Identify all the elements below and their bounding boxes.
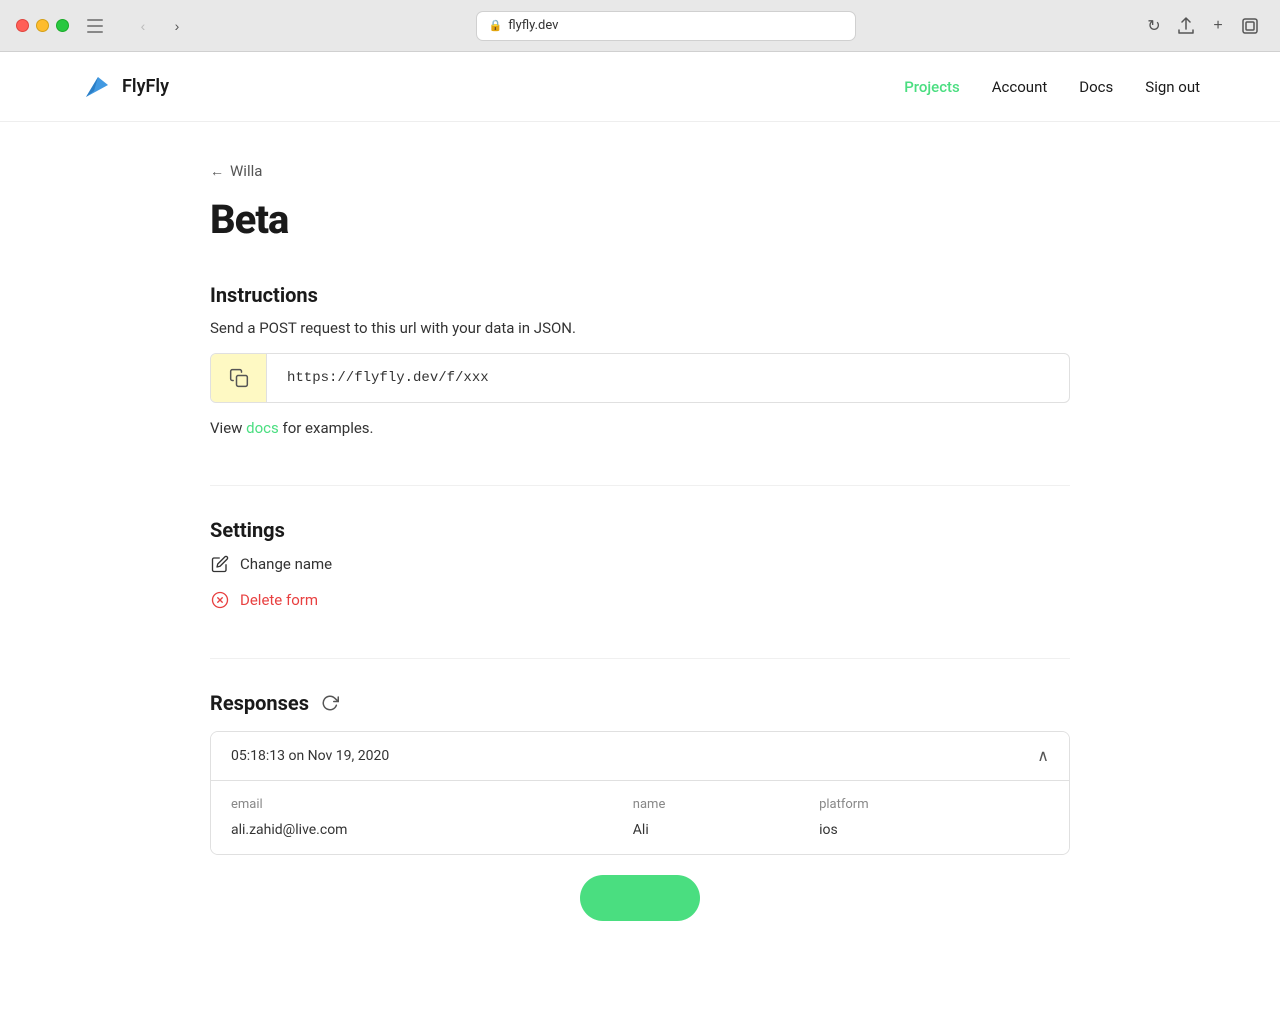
logo-icon xyxy=(80,71,112,103)
close-button[interactable] xyxy=(16,19,29,32)
address-bar-container: 🔒 flyfly.dev xyxy=(203,11,1128,41)
response-timestamp: 05:18:13 on Nov 19, 2020 xyxy=(231,748,389,764)
cell-name: Ali xyxy=(633,818,819,838)
response-card-header[interactable]: 05:18:13 on Nov 19, 2020 ∧ xyxy=(211,732,1069,781)
bottom-action-button[interactable] xyxy=(580,875,700,921)
logo-area: FlyFly xyxy=(80,71,904,103)
back-button[interactable]: ‹ xyxy=(129,15,157,37)
responses-header: Responses xyxy=(210,691,1070,715)
view-docs-prefix: View xyxy=(210,419,246,437)
sidebar-toggle-button[interactable] xyxy=(81,15,109,37)
responses-title: Responses xyxy=(210,691,309,715)
new-tab-button[interactable]: + xyxy=(1204,15,1232,37)
col-header-email: email xyxy=(231,797,633,818)
page-title: Beta xyxy=(210,196,1070,243)
share-button[interactable] xyxy=(1172,15,1200,37)
edit-icon xyxy=(210,554,230,574)
table-row: ali.zahid@live.com Ali ios xyxy=(231,818,1049,838)
nav-links: Projects Account Docs Sign out xyxy=(904,78,1200,96)
page-wrapper: FlyFly Projects Account Docs Sign out ← … xyxy=(0,52,1280,1029)
address-bar[interactable]: 🔒 flyfly.dev xyxy=(476,11,856,41)
col-header-name: name xyxy=(633,797,819,818)
docs-link[interactable]: docs xyxy=(246,419,279,437)
delete-form-item[interactable]: Delete form xyxy=(210,590,1070,610)
response-table: email name platform ali.zahid@live.com A… xyxy=(231,797,1049,838)
logo-text: FlyFly xyxy=(122,76,169,97)
browser-controls: ‹ › xyxy=(129,15,191,37)
nav-projects[interactable]: Projects xyxy=(904,78,960,96)
nav-docs[interactable]: Docs xyxy=(1079,78,1113,96)
breadcrumb-parent: Willa xyxy=(230,162,262,180)
forward-button[interactable]: › xyxy=(163,15,191,37)
traffic-lights xyxy=(16,19,69,32)
nav-signout[interactable]: Sign out xyxy=(1145,78,1200,96)
reload-button[interactable]: ↻ xyxy=(1140,15,1168,37)
nav-account[interactable]: Account xyxy=(992,78,1048,96)
settings-title: Settings xyxy=(210,518,1070,542)
change-name-label: Change name xyxy=(240,555,332,573)
delete-form-label: Delete form xyxy=(240,591,318,609)
instructions-description: Send a POST request to this url with you… xyxy=(210,319,1070,337)
view-docs-text: View docs for examples. xyxy=(210,419,1070,437)
collapse-response-button[interactable]: ∧ xyxy=(1037,746,1049,766)
cell-platform: ios xyxy=(819,818,1049,838)
lock-icon: 🔒 xyxy=(489,19,503,32)
response-body: email name platform ali.zahid@live.com A… xyxy=(211,781,1069,854)
table-header-row: email name platform xyxy=(231,797,1049,818)
cell-email: ali.zahid@live.com xyxy=(231,818,633,838)
breadcrumb-arrow: ← xyxy=(210,163,224,180)
minimize-button[interactable] xyxy=(36,19,49,32)
delete-icon xyxy=(210,590,230,610)
url-value: https://flyfly.dev/f/xxx xyxy=(267,356,1069,400)
view-docs-suffix: for examples. xyxy=(279,419,374,437)
browser-chrome: ‹ › 🔒 flyfly.dev ↻ + xyxy=(0,0,1280,52)
tab-overview-button[interactable] xyxy=(1236,15,1264,37)
refresh-responses-button[interactable] xyxy=(321,694,339,712)
url-display: flyfly.dev xyxy=(508,18,558,33)
instructions-title: Instructions xyxy=(210,283,1070,307)
breadcrumb[interactable]: ← Willa xyxy=(210,162,1070,180)
main-content: ← Willa Beta Instructions Send a POST re… xyxy=(150,122,1130,1029)
instructions-section: Instructions Send a POST request to this… xyxy=(210,283,1070,437)
url-box: https://flyfly.dev/f/xxx xyxy=(210,353,1070,403)
maximize-button[interactable] xyxy=(56,19,69,32)
change-name-item[interactable]: Change name xyxy=(210,554,1070,574)
top-nav: FlyFly Projects Account Docs Sign out xyxy=(0,52,1280,122)
bottom-area xyxy=(210,855,1070,921)
response-card: 05:18:13 on Nov 19, 2020 ∧ email name pl… xyxy=(210,731,1070,855)
responses-section: Responses 05:18:13 on Nov 19, 2020 ∧ xyxy=(210,659,1070,921)
copy-url-button[interactable] xyxy=(211,354,267,402)
browser-action-buttons: ↻ + xyxy=(1140,15,1264,37)
settings-section: Settings Change name xyxy=(210,486,1070,610)
col-header-platform: platform xyxy=(819,797,1049,818)
